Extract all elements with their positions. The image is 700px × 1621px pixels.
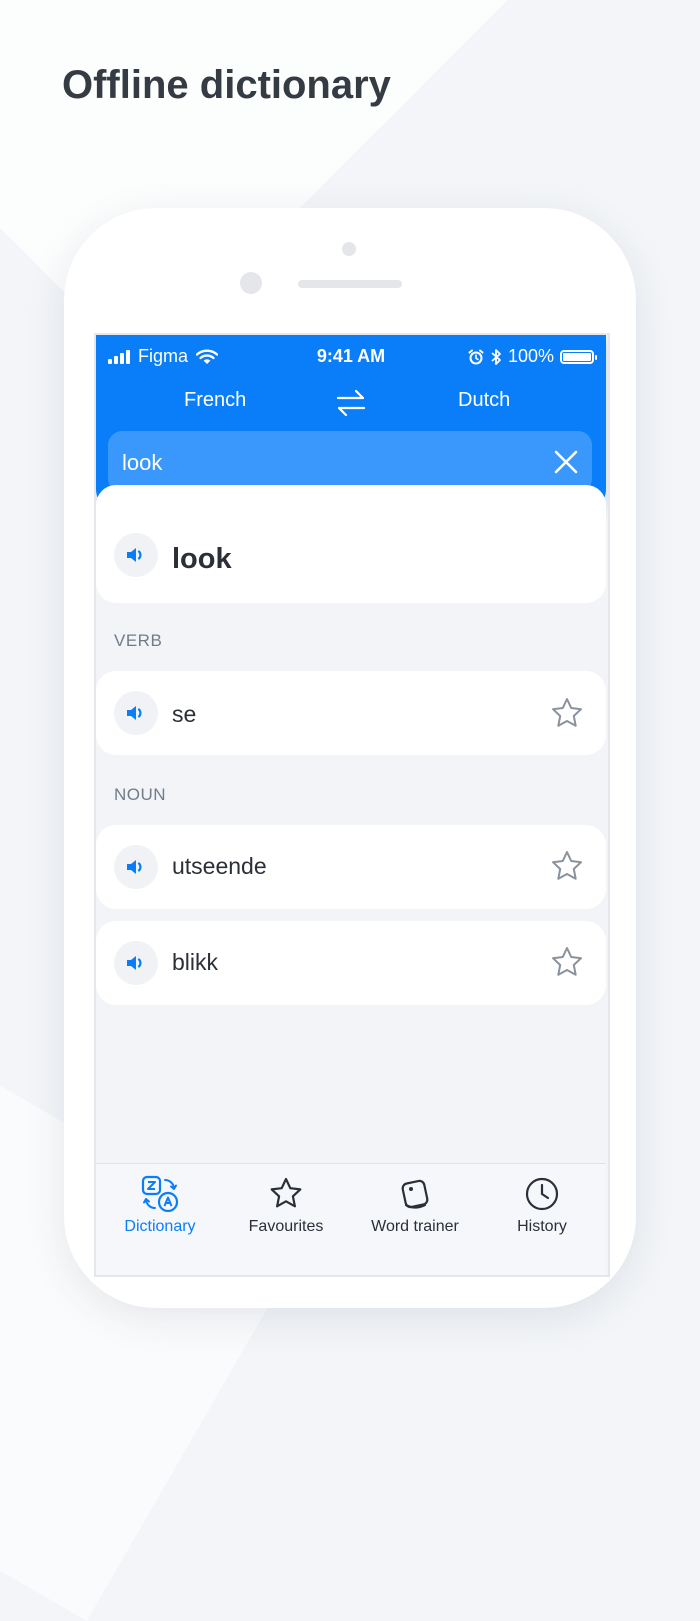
swap-languages-icon[interactable] [334, 387, 368, 419]
headline: Offline dictionary [62, 63, 391, 107]
play-pronunciation-button[interactable] [114, 533, 158, 577]
bluetooth-icon [491, 348, 501, 365]
alarm-icon [468, 349, 484, 364]
phone-frame: Figma 9:41 AM 100% French Dutch look loo… [64, 208, 636, 1308]
translate-icon [141, 1175, 179, 1213]
tab-dictionary[interactable]: Dictionary [96, 1174, 224, 1254]
play-pronunciation-button[interactable] [114, 691, 158, 735]
source-language[interactable]: French [184, 389, 344, 412]
star-icon [270, 1177, 302, 1208]
favourite-star-icon[interactable] [550, 849, 584, 883]
translation-row[interactable]: utseende [96, 825, 606, 909]
speaker-icon [127, 706, 142, 720]
tab-favourites-label: Favourites [248, 1218, 324, 1235]
speaker-icon [127, 956, 142, 970]
battery-percent: 100% [507, 346, 554, 366]
play-pronunciation-button[interactable] [114, 845, 158, 889]
tab-bar: Dictionary Favourites Word trainer Histo… [96, 1163, 606, 1275]
status-bar: Figma 9:41 AM 100% [96, 341, 606, 371]
headword-card: look [96, 485, 606, 603]
phone-speaker [298, 280, 402, 288]
battery-icon [560, 349, 597, 364]
section-label-noun: NOUN [114, 785, 167, 804]
phone-camera [342, 242, 356, 256]
app-screen: Figma 9:41 AM 100% French Dutch look loo… [94, 333, 610, 1277]
translation-row[interactable]: se [96, 671, 606, 755]
clock-icon [525, 1177, 559, 1211]
clear-search-icon[interactable] [550, 446, 582, 478]
target-language[interactable]: Dutch [458, 389, 608, 412]
tab-history[interactable]: History [478, 1174, 606, 1254]
play-pronunciation-button[interactable] [114, 941, 158, 985]
tab-history-label: History [517, 1218, 567, 1235]
translation-word: se [172, 701, 197, 727]
translation-word: utseende [172, 853, 267, 879]
cards-icon [401, 1179, 429, 1209]
favourite-star-icon[interactable] [550, 945, 584, 979]
speaker-icon [127, 860, 142, 874]
tab-word-trainer[interactable]: Word trainer [351, 1174, 479, 1254]
speaker-icon [127, 548, 142, 562]
tab-dictionary-label: Dictionary [124, 1218, 196, 1235]
section-label-verb: VERB [114, 631, 163, 650]
favourite-star-icon[interactable] [550, 696, 584, 730]
translation-word: blikk [172, 949, 219, 975]
tab-favourites[interactable]: Favourites [222, 1174, 350, 1254]
language-selector: French Dutch [96, 383, 606, 423]
headword: look [172, 543, 232, 575]
translation-row[interactable]: blikk [96, 921, 606, 1005]
tab-word-trainer-label: Word trainer [371, 1218, 459, 1235]
search-bar [108, 431, 592, 495]
phone-sensor [240, 272, 262, 294]
